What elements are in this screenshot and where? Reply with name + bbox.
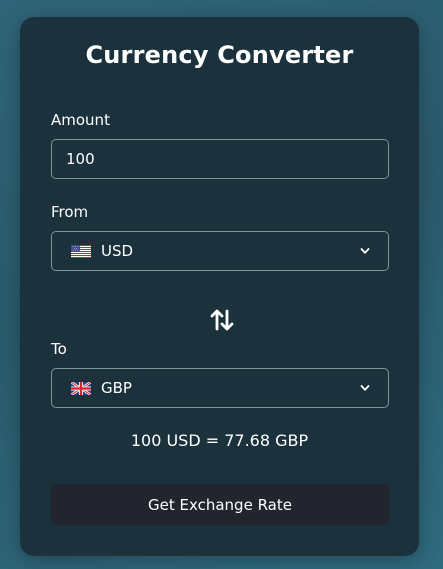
amount-input[interactable]: 100 [51,139,389,179]
chevron-down-icon [360,248,370,254]
amount-label: Amount [51,111,110,129]
get-exchange-rate-button[interactable]: Get Exchange Rate [51,484,389,525]
chevron-down-icon [360,385,370,391]
page-title: Currency Converter [85,41,354,69]
to-label: To [51,340,67,358]
us-flag-icon [71,244,91,258]
amount-value: 100 [66,150,95,168]
converter-card: Currency Converter Amount 100 From USD T… [20,17,419,556]
from-label: From [51,203,89,221]
to-currency-select[interactable]: GBP [51,368,389,408]
swap-arrows-icon[interactable] [209,308,235,332]
from-currency-select[interactable]: USD [51,231,389,271]
from-currency-code: USD [101,242,134,260]
uk-flag-icon [71,381,91,395]
conversion-result: 100 USD = 77.68 GBP [130,431,309,450]
to-currency-code: GBP [101,379,132,397]
